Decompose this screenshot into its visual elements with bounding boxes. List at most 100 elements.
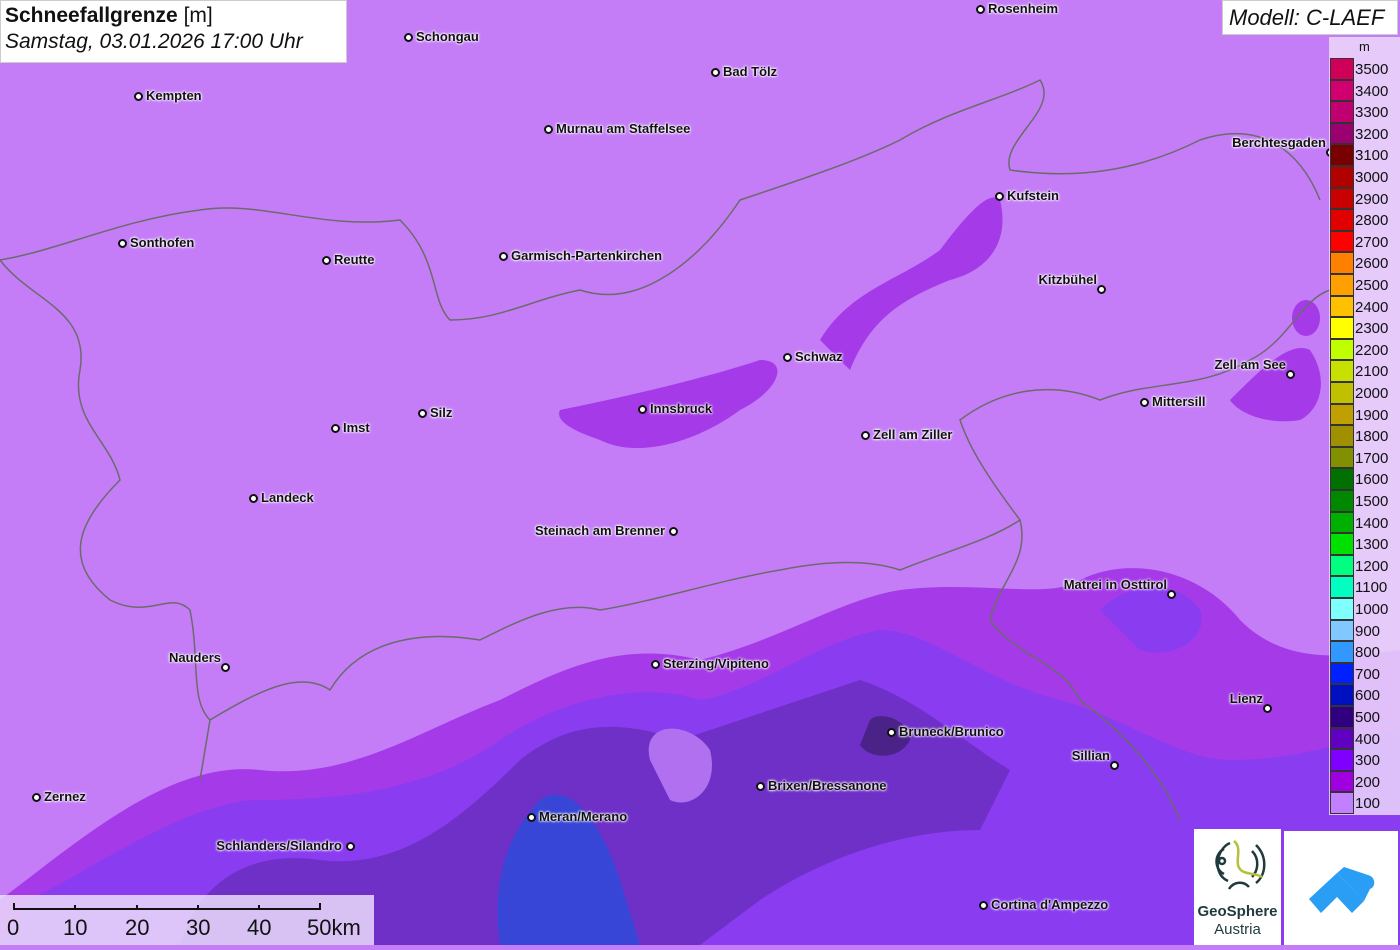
legend-swatch — [1330, 598, 1354, 620]
legend-item: 500 — [1329, 706, 1400, 728]
city-label: Cortina d'Ampezzo — [991, 897, 1109, 912]
city-marker — [1097, 285, 1106, 294]
city-marker — [32, 793, 41, 802]
city-label: Mittersill — [1152, 394, 1206, 409]
city-label: Bruneck/Brunico — [899, 724, 1004, 739]
mountain-cloud-icon — [1309, 867, 1375, 913]
legend-item: 200 — [1329, 770, 1400, 793]
legend-item: 3200 — [1329, 122, 1400, 145]
legend-swatch — [1330, 641, 1354, 663]
legend-item: 700 — [1329, 662, 1400, 685]
legend-value: 2800 — [1355, 212, 1389, 230]
legend-item: 3300 — [1329, 101, 1400, 123]
color-legend: m 3500 3400 3300 3200 3100 3000 2900 2800 2700 26… — [1329, 37, 1400, 815]
city-label: Zell am See — [1214, 357, 1286, 372]
city-marker — [861, 431, 870, 440]
legend-item: 1200 — [1329, 554, 1400, 577]
city-marker — [544, 125, 553, 134]
legend-item: 1000 — [1329, 598, 1400, 620]
scale-label: 50km — [307, 915, 361, 940]
legend-item: 3400 — [1329, 79, 1400, 102]
model-label: Modell: C-LAEF — [1222, 0, 1398, 35]
city-marker — [418, 409, 427, 418]
city-marker — [979, 901, 988, 910]
legend-item: 2700 — [1329, 230, 1400, 253]
legend-value: 1700 — [1355, 449, 1389, 467]
legend-value: 1800 — [1355, 428, 1389, 446]
city-marker — [527, 813, 536, 822]
legend-item: 2500 — [1329, 274, 1400, 296]
city-label: Sterzing/Vipiteno — [663, 656, 769, 671]
city-label: Murnau am Staffelsee — [556, 121, 691, 136]
legend-swatch — [1330, 252, 1354, 274]
legend-swatch — [1330, 274, 1354, 296]
legend-swatch — [1330, 58, 1354, 80]
legend-unit: m — [1359, 39, 1370, 54]
city-marker — [322, 256, 331, 265]
city-marker — [1286, 370, 1295, 379]
legend-value: 600 — [1355, 687, 1381, 705]
legend-swatch — [1330, 79, 1354, 102]
legend-item: 2400 — [1329, 295, 1400, 318]
legend-swatch — [1330, 662, 1354, 685]
city-marker — [499, 252, 508, 261]
legend-value: 2700 — [1355, 233, 1389, 251]
legend-swatch — [1330, 749, 1354, 771]
city-marker — [887, 728, 896, 737]
legend-item: 2200 — [1329, 338, 1400, 361]
city-marker — [134, 92, 143, 101]
legend-swatch — [1330, 619, 1354, 642]
legend-swatch — [1330, 403, 1354, 426]
city-label: Matrei in Osttirol — [1063, 577, 1167, 592]
city-marker — [651, 660, 660, 669]
legend-swatch — [1330, 684, 1354, 706]
city-marker — [1167, 590, 1176, 599]
legend-swatch — [1330, 317, 1354, 339]
city-label: Garmisch-Partenkirchen — [511, 248, 663, 263]
geosphere-emblem-icon — [1215, 840, 1266, 890]
legend-item: 3500 — [1329, 58, 1400, 80]
legend-swatch — [1330, 727, 1354, 750]
city-marker — [404, 33, 413, 42]
city-marker — [995, 192, 1004, 201]
legend-value: 500 — [1355, 709, 1381, 726]
legend-value: 3200 — [1355, 125, 1389, 143]
legend-swatch — [1330, 533, 1354, 555]
city-label: Reutte — [334, 252, 375, 267]
legend-value: 3100 — [1355, 147, 1389, 165]
legend-swatch — [1330, 295, 1354, 318]
city-label: Kufstein — [1007, 188, 1059, 203]
legend-value: 3400 — [1355, 82, 1389, 100]
legend-item: 400 — [1329, 727, 1400, 750]
scale-bar: 0 10 20 30 40 50km — [0, 895, 374, 945]
legend-value: 2300 — [1355, 320, 1389, 338]
legend-value: 200 — [1355, 773, 1381, 791]
legend-value: 2200 — [1355, 341, 1389, 359]
legend-swatch — [1330, 511, 1354, 534]
snowline-map[interactable] — [0, 0, 1400, 945]
city-label: Landeck — [261, 490, 314, 505]
city-marker — [346, 842, 355, 851]
legend-value: 3000 — [1355, 169, 1389, 186]
city-label: Schlanders/Silandro — [216, 838, 342, 853]
legend-item: 1500 — [1329, 490, 1400, 512]
city-marker — [669, 527, 678, 536]
legend-item: 800 — [1329, 641, 1400, 663]
legend-item: 600 — [1329, 684, 1400, 706]
legend-swatch — [1330, 360, 1354, 382]
city-label: Berchtesgaden — [1232, 135, 1326, 150]
geosphere-logo[interactable]: GeoSphere Austria — [1194, 829, 1281, 945]
weather-app-logo[interactable] — [1284, 831, 1398, 945]
scale-label: 30 — [186, 915, 211, 940]
legend-value: 2900 — [1355, 190, 1389, 208]
legend-value: 1300 — [1355, 536, 1389, 554]
city-marker — [1110, 761, 1119, 770]
legend-item: 100 — [1329, 792, 1400, 814]
legend-item: 1400 — [1329, 511, 1400, 534]
city-label: Schwaz — [795, 349, 843, 364]
legend-swatch — [1330, 187, 1354, 210]
legend-swatch — [1330, 490, 1354, 512]
legend-value: 2400 — [1355, 298, 1389, 316]
city-marker — [118, 239, 127, 248]
city-label: Steinach am Brenner — [534, 523, 665, 538]
